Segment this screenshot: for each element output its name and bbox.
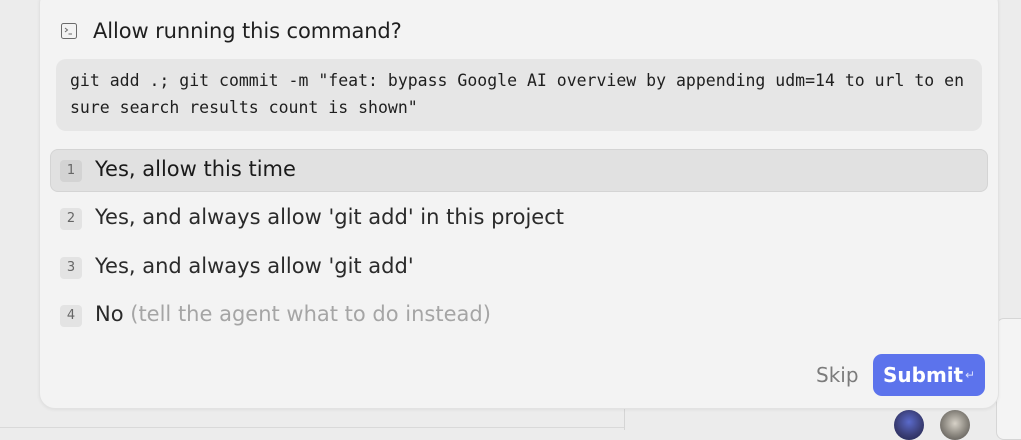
skip-button[interactable]: Skip — [816, 363, 859, 387]
terminal-icon — [61, 23, 77, 39]
option-label: Yes, allow this time — [95, 157, 296, 181]
submit-button[interactable]: Submit ↵ — [873, 354, 985, 396]
avatar — [894, 410, 924, 440]
option-always-allow-project[interactable]: 2 Yes, and always allow 'git add' in thi… — [50, 197, 988, 240]
option-number: 4 — [60, 305, 82, 327]
option-deny[interactable]: 4 No (tell the agent what to do instead) — [50, 294, 988, 337]
background-side-panel — [996, 318, 1021, 440]
dialog-header: Allow running this command? — [61, 19, 402, 43]
option-always-allow[interactable]: 3 Yes, and always allow 'git add' — [50, 246, 988, 289]
command-preview: git add .; git commit -m "feat: bypass G… — [56, 59, 982, 131]
option-allow-once[interactable]: 1 Yes, allow this time — [50, 149, 988, 192]
submit-label: Submit — [883, 363, 964, 387]
option-label: No — [95, 302, 124, 326]
option-label: Yes, and always allow 'git add' — [95, 254, 414, 278]
enter-key-icon: ↵ — [965, 368, 976, 382]
background-separator — [624, 408, 625, 430]
option-number: 2 — [60, 208, 82, 230]
command-text: git add .; git commit -m "feat: bypass G… — [70, 71, 965, 117]
option-label: Yes, and always allow 'git add' in this … — [95, 205, 564, 229]
option-hint: (tell the agent what to do instead) — [130, 302, 491, 326]
avatar — [940, 410, 970, 440]
command-permission-dialog: Allow running this command? git add .; g… — [39, 0, 999, 409]
background-divider — [0, 427, 625, 428]
option-label-wrap: No (tell the agent what to do instead) — [95, 302, 491, 326]
option-number: 3 — [60, 257, 82, 279]
option-number: 1 — [60, 160, 82, 182]
dialog-title: Allow running this command? — [93, 19, 402, 43]
